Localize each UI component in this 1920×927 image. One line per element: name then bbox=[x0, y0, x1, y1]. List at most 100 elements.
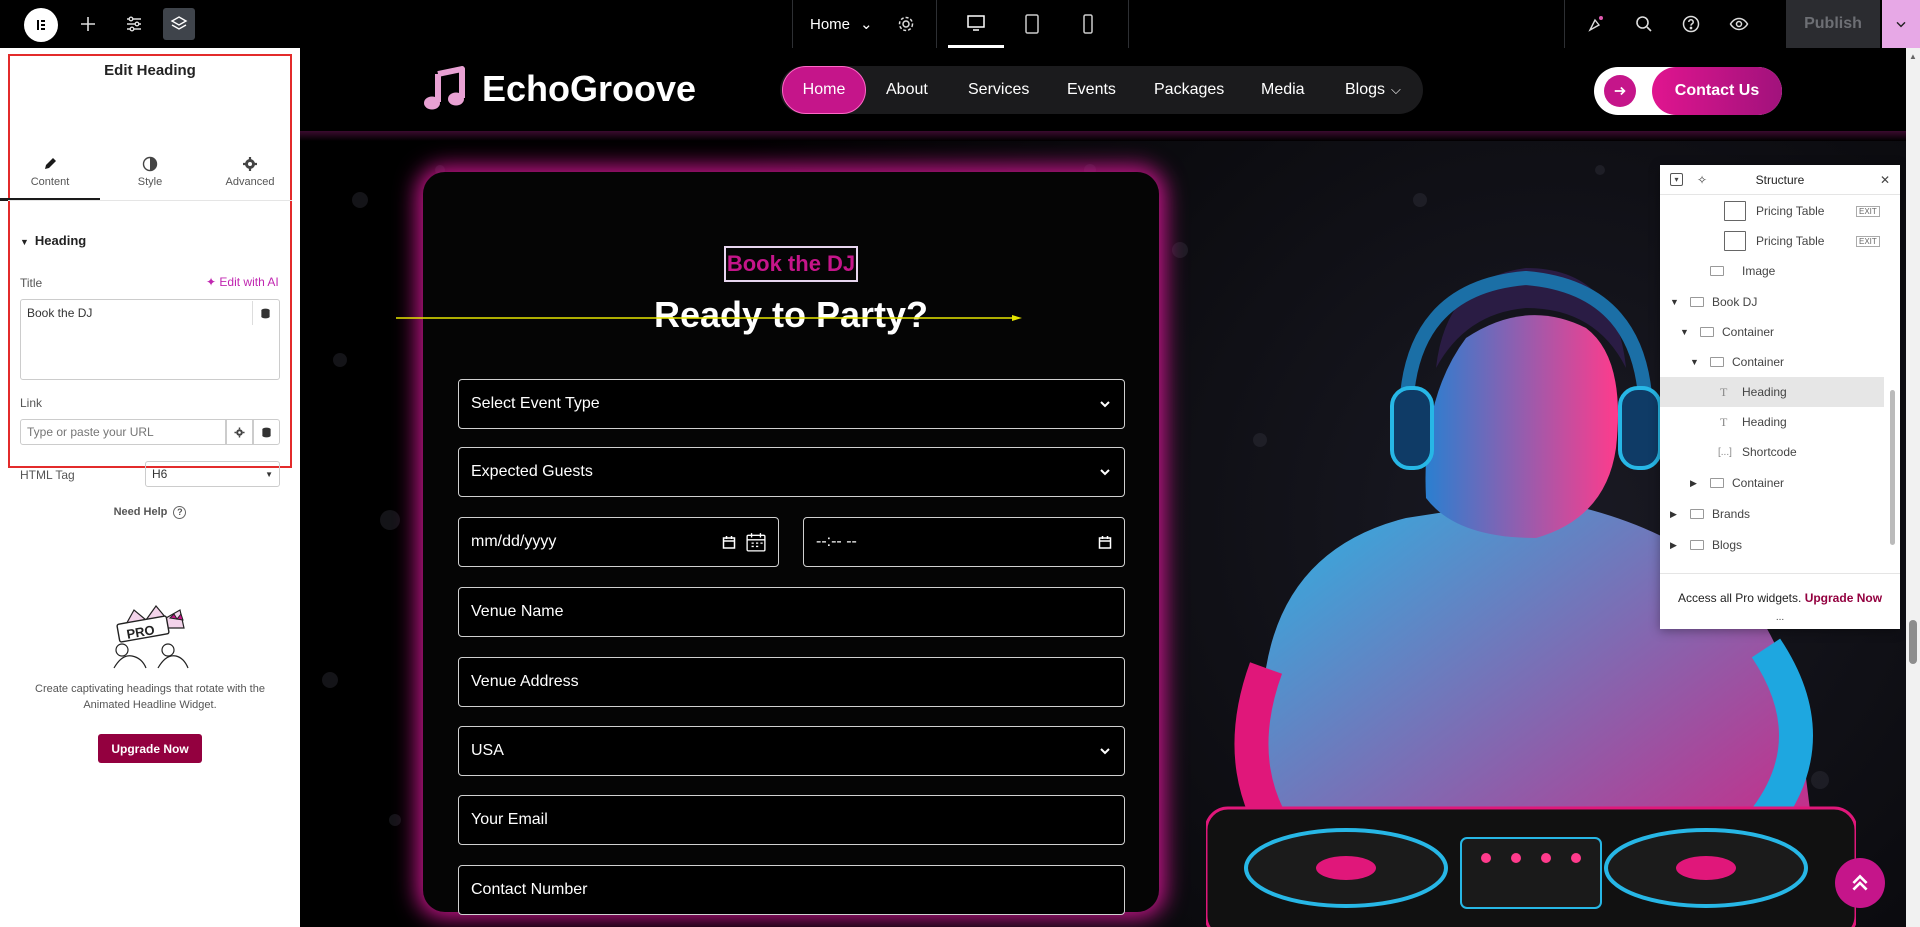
page-selector[interactable]: Home ⌄ bbox=[810, 0, 873, 48]
structure-row-pricing-table[interactable]: Pricing Table EXIT bbox=[1660, 196, 1884, 226]
structure-row-shortcode[interactable]: [...] Shortcode bbox=[1660, 437, 1884, 467]
selected-heading-book-the-dj[interactable]: Book the DJ bbox=[724, 246, 858, 282]
structure-row-book-dj[interactable]: ▼ Book DJ bbox=[1660, 287, 1884, 317]
chevron-down-icon bbox=[1100, 469, 1110, 476]
chevron-down-icon: ⌵ bbox=[1391, 82, 1401, 97]
upgrade-now-button[interactable]: Upgrade Now bbox=[98, 734, 202, 763]
header-glow bbox=[300, 131, 1906, 141]
caret-down-icon: ▼ bbox=[1690, 357, 1699, 367]
country-select[interactable]: USA bbox=[458, 726, 1125, 776]
close-icon[interactable]: ✕ bbox=[1878, 173, 1892, 187]
nav-item-blogs[interactable]: Blogs ⌵ bbox=[1345, 66, 1401, 114]
resize-handle[interactable]: ... bbox=[1660, 612, 1900, 623]
page-scrollbar[interactable] bbox=[1906, 48, 1920, 927]
dynamic-tags-icon[interactable] bbox=[252, 301, 278, 325]
desktop-view-icon[interactable] bbox=[948, 0, 1004, 48]
pro-illustration: PRO bbox=[113, 605, 189, 669]
double-chevron-up-icon bbox=[1852, 874, 1868, 891]
section-toggle-heading[interactable]: ▼ Heading bbox=[20, 233, 86, 248]
nav-item-events[interactable]: Events bbox=[1067, 66, 1116, 114]
edit-with-ai-link[interactable]: ✦ Edit with AI bbox=[206, 275, 279, 289]
container-icon bbox=[1690, 540, 1704, 550]
nav-item-about[interactable]: About bbox=[886, 66, 928, 114]
publish-options-chevron-icon[interactable] bbox=[1882, 0, 1920, 48]
structure-panel: ▾ ✧ Structure ✕ Pricing Table EXIT Pricin… bbox=[1660, 165, 1900, 629]
caret-right-icon: ▶ bbox=[1670, 539, 1677, 550]
link-options-gear-icon[interactable] bbox=[226, 419, 253, 445]
divider bbox=[8, 200, 292, 201]
link-url-input[interactable] bbox=[20, 419, 226, 445]
page-scrollbar-thumb[interactable] bbox=[1909, 620, 1917, 664]
nav-item-packages[interactable]: Packages bbox=[1154, 66, 1224, 114]
main-nav: Home About Services Events Packages Medi… bbox=[780, 66, 1423, 114]
html-tag-select[interactable]: H6 ▼ bbox=[145, 461, 280, 487]
structure-row-container[interactable]: ▼ Container bbox=[1660, 317, 1884, 347]
calendar-grid-icon bbox=[746, 533, 766, 552]
publish-button[interactable]: Publish bbox=[1786, 0, 1880, 48]
event-type-select[interactable]: Select Event Type bbox=[458, 379, 1125, 429]
nav-item-home[interactable]: Home bbox=[782, 66, 866, 114]
venue-name-input[interactable]: Venue Name bbox=[458, 587, 1125, 637]
caret-right-icon: ▶ bbox=[1690, 477, 1697, 488]
site-settings-icon[interactable] bbox=[118, 8, 150, 40]
whats-new-icon[interactable] bbox=[1580, 8, 1612, 40]
caret-down-icon: ▼ bbox=[1680, 327, 1689, 337]
structure-row-heading-selected[interactable]: T Heading bbox=[1660, 377, 1884, 407]
expected-guests-select[interactable]: Expected Guests bbox=[458, 447, 1125, 497]
scroll-to-top-button[interactable] bbox=[1835, 858, 1885, 908]
gear-icon bbox=[243, 157, 257, 171]
structure-layers-icon[interactable] bbox=[163, 8, 195, 40]
pencil-icon bbox=[45, 158, 56, 169]
half-circle-icon bbox=[142, 156, 158, 172]
caret-right-icon: ▶ bbox=[1670, 508, 1677, 519]
dropdown-arrow-icon: ▼ bbox=[265, 469, 273, 479]
question-circle-icon: ? bbox=[173, 506, 187, 519]
contact-number-input[interactable]: Contact Number bbox=[458, 865, 1125, 915]
preview-eye-icon[interactable] bbox=[1723, 8, 1755, 40]
pricing-table-icon bbox=[1724, 231, 1746, 251]
structure-row-brands[interactable]: ▶ Brands bbox=[1660, 499, 1884, 529]
help-icon[interactable] bbox=[1675, 8, 1707, 40]
form-title: Ready to Party? bbox=[653, 294, 929, 335]
elementor-logo-icon[interactable] bbox=[24, 8, 58, 42]
structure-row-container[interactable]: ▼ Container bbox=[1660, 347, 1884, 377]
need-help-link[interactable]: Need Help ? bbox=[0, 506, 300, 519]
structure-row-blogs[interactable]: ▶ Blogs bbox=[1660, 530, 1884, 560]
mobile-view-icon[interactable] bbox=[1060, 0, 1116, 48]
search-icon[interactable] bbox=[1628, 8, 1660, 40]
divider bbox=[792, 0, 793, 48]
email-input[interactable]: Your Email bbox=[458, 795, 1125, 845]
tab-advanced[interactable]: Advanced bbox=[200, 108, 300, 200]
structure-row-image[interactable]: Image bbox=[1660, 256, 1884, 286]
site-logo[interactable]: EchoGroove bbox=[422, 66, 696, 112]
time-input[interactable]: --:-- -- bbox=[803, 517, 1125, 567]
edit-panel: Edit Heading Content Style Advanced ▼ Hea… bbox=[0, 48, 300, 927]
image-icon bbox=[1710, 266, 1724, 276]
date-input[interactable]: mm/dd/yyyy bbox=[458, 517, 779, 567]
page-settings-gear-icon[interactable] bbox=[890, 8, 922, 40]
title-textarea[interactable]: Book the DJ bbox=[20, 299, 280, 380]
heading-t-icon: T bbox=[1720, 414, 1728, 429]
contact-us-button[interactable]: Contact Us bbox=[1594, 67, 1782, 115]
divider bbox=[936, 0, 937, 48]
structure-scrollbar-thumb[interactable] bbox=[1890, 390, 1895, 545]
structure-row-heading[interactable]: T Heading bbox=[1660, 407, 1884, 437]
chevron-down-icon bbox=[1100, 748, 1110, 755]
link-dynamic-tags-icon[interactable] bbox=[253, 419, 280, 445]
tablet-view-icon[interactable] bbox=[1004, 0, 1060, 48]
venue-address-input[interactable]: Venue Address bbox=[458, 657, 1125, 707]
tab-style[interactable]: Style bbox=[100, 108, 200, 200]
editor-app: Home ⌄ Publish Edit Heading Content Styl… bbox=[0, 0, 1920, 927]
add-element-icon[interactable] bbox=[72, 8, 104, 40]
structure-upgrade-link[interactable]: Upgrade Now bbox=[1805, 591, 1882, 605]
contact-us-label: Contact Us bbox=[1652, 67, 1782, 115]
nav-item-services[interactable]: Services bbox=[968, 66, 1029, 114]
link-label: Link bbox=[20, 396, 43, 410]
structure-title: Structure bbox=[1755, 173, 1805, 187]
nav-item-media[interactable]: Media bbox=[1261, 66, 1305, 114]
tab-content[interactable]: Content bbox=[0, 108, 100, 200]
structure-row-pricing-table[interactable]: Pricing Table EXIT bbox=[1660, 226, 1884, 256]
chevron-down-icon bbox=[1100, 401, 1110, 408]
structure-row-container[interactable]: ▶ Container bbox=[1660, 468, 1884, 498]
scroll-up-arrow-icon[interactable]: ▲ bbox=[1909, 52, 1917, 61]
